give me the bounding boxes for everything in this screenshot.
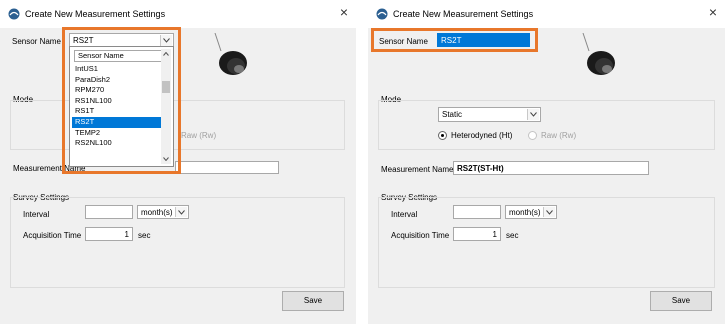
acquisition-time-label: Acquisition Time <box>23 231 82 240</box>
interval-unit-select[interactable]: month(s) <box>137 205 189 219</box>
app-logo-icon <box>8 8 20 20</box>
mode-group <box>378 100 715 150</box>
heterodyned-radio-label: Heterodyned (Ht) <box>451 131 513 140</box>
sensor-probe-image <box>582 33 615 75</box>
chevron-down-icon[interactable] <box>175 207 187 217</box>
interval-unit-select[interactable]: month(s) <box>505 205 557 219</box>
save-button[interactable]: Save <box>282 291 344 311</box>
app-logo-icon <box>376 8 388 20</box>
interval-unit-value: month(s) <box>141 208 173 217</box>
title-bar: Create New Measurement Settings × <box>0 0 356 28</box>
mode-value: Static <box>442 110 463 119</box>
heterodyned-radio[interactable] <box>438 131 447 140</box>
raw-radio[interactable] <box>528 131 537 140</box>
acquisition-time-input[interactable]: 1 <box>85 227 133 241</box>
measurement-name-label: Measurement Name <box>381 165 454 174</box>
interval-label: Interval <box>391 210 418 219</box>
interval-unit-value: month(s) <box>509 208 541 217</box>
measurement-name-input[interactable]: RS2T(ST-Ht) <box>453 161 649 175</box>
dialog-right: Create New Measurement Settings × Sensor… <box>368 0 725 324</box>
save-button[interactable]: Save <box>650 291 712 311</box>
interval-label: Interval <box>23 210 50 219</box>
close-icon[interactable]: × <box>340 5 348 19</box>
title-bar: Create New Measurement Settings × <box>368 0 725 28</box>
raw-radio-label: Raw (Rw) <box>541 131 577 140</box>
orange-highlight-box <box>371 28 538 52</box>
interval-input[interactable] <box>453 205 501 219</box>
sensor-name-label: Sensor Name <box>12 37 61 46</box>
mode-select[interactable]: Static <box>438 107 541 122</box>
dialog-title: Create New Measurement Settings <box>25 9 166 19</box>
measurement-name-input[interactable]: N <box>175 161 279 174</box>
interval-input[interactable] <box>85 205 133 219</box>
sensor-probe-image <box>214 33 247 75</box>
raw-radio-label-partial: Raw (Rw) <box>181 131 217 140</box>
acquisition-time-input[interactable]: 1 <box>453 227 501 241</box>
orange-highlight-box <box>62 27 181 174</box>
acquisition-time-label: Acquisition Time <box>391 231 450 240</box>
dialog-left: Create New Measurement Settings × Sensor… <box>0 0 356 324</box>
sec-unit-label: sec <box>138 231 151 240</box>
sec-unit-label: sec <box>506 231 519 240</box>
dialog-title: Create New Measurement Settings <box>393 9 534 19</box>
chevron-down-icon[interactable] <box>527 109 539 120</box>
close-icon[interactable]: × <box>709 5 717 19</box>
chevron-down-icon[interactable] <box>543 207 555 217</box>
